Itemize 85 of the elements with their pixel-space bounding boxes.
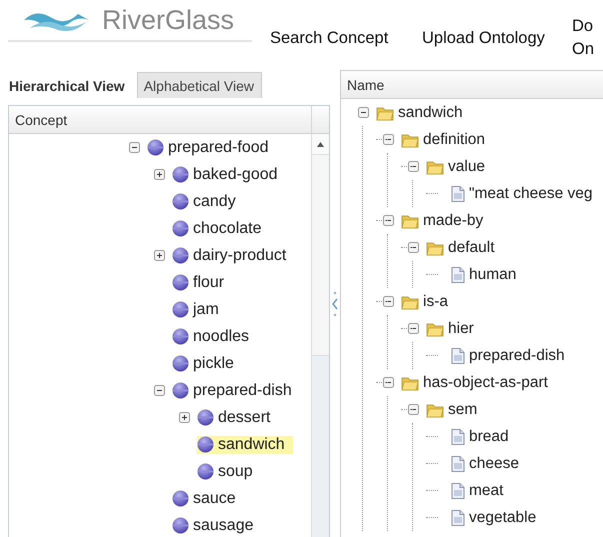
tree-item[interactable]: sausage [172, 516, 262, 534]
sphere-icon [172, 301, 189, 318]
tree-item[interactable]: noodles [172, 328, 258, 346]
sphere-icon [172, 355, 189, 372]
sphere-icon [172, 490, 189, 507]
sphere-icon [172, 328, 189, 345]
folder-icon [401, 212, 419, 228]
tree-item[interactable]: jam [172, 300, 227, 318]
logo-text: RiverGlass [102, 4, 234, 36]
sphere-icon [172, 247, 189, 264]
nav-link[interactable]: Search Concept [270, 0, 388, 61]
collapse-toggle-icon[interactable] [358, 107, 369, 118]
document-icon [451, 186, 465, 202]
folder-icon [426, 158, 444, 174]
tree-item[interactable]: prepared-food [147, 138, 277, 156]
folder-icon [426, 402, 444, 418]
nav-link[interactable]: Do On [572, 0, 594, 61]
folder-icon [401, 132, 419, 148]
document-icon [451, 266, 465, 282]
collapse-toggle-icon[interactable] [408, 323, 419, 334]
collapse-toggle-icon[interactable] [383, 215, 394, 226]
tree-item[interactable]: dairy-product [172, 246, 294, 264]
document-icon [451, 348, 465, 364]
folder-icon [426, 240, 444, 256]
tab[interactable]: Alphabetical View [136, 72, 262, 98]
tree-item[interactable]: has-object-as-part [401, 374, 556, 392]
collapse-toggle-icon[interactable] [154, 385, 165, 396]
tree-item[interactable]: prepared-dish [451, 346, 573, 364]
sphere-icon [172, 517, 189, 534]
folder-icon [376, 104, 394, 120]
sphere-icon [172, 220, 189, 237]
folder-icon [426, 320, 444, 336]
sphere-icon [197, 463, 214, 480]
collapse-toggle-icon[interactable] [383, 377, 394, 388]
tree-item[interactable]: definition [401, 130, 494, 148]
sphere-icon [172, 274, 189, 291]
tree-item[interactable]: dessert [197, 408, 278, 426]
tree-item[interactable]: pickle [172, 354, 242, 372]
tree-item[interactable]: chocolate [172, 220, 270, 238]
collapse-handle-icon[interactable] [332, 290, 338, 316]
folder-icon [401, 294, 419, 310]
tree-item[interactable]: is-a [401, 292, 456, 310]
scrollbar[interactable] [311, 134, 329, 537]
tree-item[interactable]: bread [451, 428, 517, 446]
collapse-toggle-icon[interactable] [383, 134, 394, 145]
nav-link[interactable]: Upload Ontology [422, 0, 545, 61]
tree-item[interactable]: sem [426, 400, 486, 418]
document-icon [451, 456, 465, 472]
expand-toggle-icon[interactable] [154, 250, 165, 261]
column-header[interactable]: Name [341, 71, 603, 99]
tree-item[interactable]: sauce [172, 490, 244, 508]
tree-item[interactable]: sandwich [197, 436, 293, 454]
tree-item[interactable]: flour [172, 274, 232, 292]
document-icon [451, 428, 465, 444]
tree-item[interactable]: made-by [401, 212, 492, 230]
tree-item[interactable]: soup [197, 462, 261, 480]
expand-toggle-icon[interactable] [179, 412, 190, 423]
tree-item[interactable]: value [426, 158, 494, 176]
sphere-icon [172, 382, 189, 399]
collapse-toggle-icon[interactable] [408, 404, 419, 415]
sphere-icon [197, 436, 214, 453]
sphere-icon [197, 409, 214, 426]
tree-item[interactable]: human [451, 266, 524, 284]
scroll-up-arrow-icon[interactable] [317, 142, 324, 146]
tree-item[interactable]: default [426, 238, 503, 256]
expand-toggle-icon[interactable] [154, 169, 165, 180]
sphere-icon [147, 139, 164, 156]
collapse-toggle-icon[interactable] [129, 142, 140, 153]
sphere-icon [172, 166, 189, 183]
collapse-toggle-icon[interactable] [383, 296, 394, 307]
tree-item[interactable]: sandwich [376, 104, 471, 122]
document-icon [451, 482, 465, 498]
tree-item[interactable]: prepared-dish [172, 382, 300, 400]
folder-icon [401, 374, 419, 390]
collapse-toggle-icon[interactable] [408, 242, 419, 253]
tree-item[interactable]: cheese [451, 454, 527, 472]
tree-item[interactable]: vegetable [451, 508, 544, 526]
sphere-icon [172, 193, 189, 210]
tree-item[interactable]: hier [426, 320, 482, 338]
tree-item[interactable]: candy [172, 192, 244, 210]
tree-item[interactable]: "meat cheese veg [451, 184, 601, 202]
collapse-toggle-icon[interactable] [408, 161, 419, 172]
tree-item[interactable]: meat [451, 482, 512, 500]
document-icon [451, 510, 465, 526]
tree-item[interactable]: baked-good [172, 166, 286, 184]
